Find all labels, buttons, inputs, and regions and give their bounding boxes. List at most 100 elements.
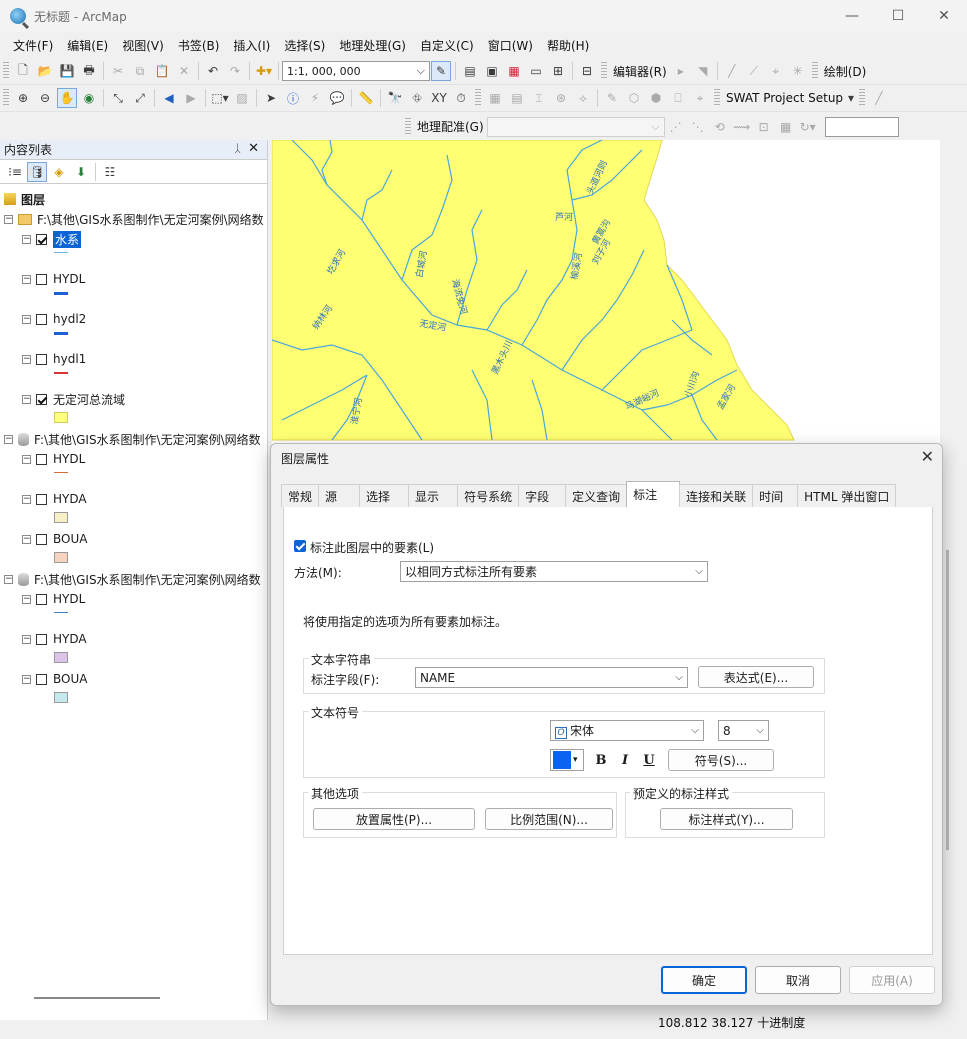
toc-horizontal-scrollbar[interactable] bbox=[34, 997, 160, 999]
label-features-checkbox[interactable] bbox=[294, 540, 306, 552]
collapse-icon[interactable]: − bbox=[22, 494, 31, 504]
layer-visibility-checkbox[interactable] bbox=[36, 233, 47, 245]
layer-row[interactable]: − 水系 bbox=[22, 230, 82, 248]
menu-geoprocessing[interactable]: 地理处理(G) bbox=[332, 37, 413, 54]
layer-name[interactable]: HYDA bbox=[53, 632, 87, 646]
layer-name[interactable]: 水系 bbox=[53, 230, 82, 248]
add-data-icon[interactable]: ✚▾ bbox=[254, 61, 274, 81]
layer-visibility-checkbox[interactable] bbox=[36, 593, 47, 605]
symbol-button[interactable]: 符号(S)... bbox=[668, 749, 774, 771]
layer-name[interactable]: BOUA bbox=[53, 532, 87, 546]
tab-selection[interactable]: 选择 bbox=[359, 484, 410, 507]
identify-icon[interactable]: ⓘ bbox=[283, 88, 303, 108]
label-field-select[interactable]: NAME ⌵ bbox=[415, 667, 688, 688]
tab-fields[interactable]: 字段 bbox=[518, 484, 567, 507]
layer-visibility-checkbox[interactable] bbox=[36, 633, 47, 645]
open-icon[interactable]: 📂 bbox=[35, 61, 55, 81]
collapse-icon[interactable]: − bbox=[4, 214, 13, 224]
draw-menu[interactable]: 绘制(D) bbox=[821, 63, 870, 80]
print-icon[interactable]: 🖶 bbox=[79, 61, 99, 81]
zoom-in-icon[interactable]: ⊕ bbox=[13, 88, 33, 108]
layer-name[interactable]: HYDL bbox=[53, 452, 85, 466]
swat-setup-menu[interactable]: SWAT Project Setup bbox=[723, 91, 846, 105]
layer-visibility-checkbox[interactable] bbox=[36, 453, 47, 465]
fixed-zoom-out-icon[interactable]: ⤢ bbox=[130, 88, 150, 108]
collapse-icon[interactable]: − bbox=[22, 674, 31, 684]
cut-icon[interactable]: ✂ bbox=[108, 61, 128, 81]
layer-name[interactable]: 无定河总流域 bbox=[53, 391, 125, 408]
full-extent-icon[interactable]: ◉ bbox=[79, 88, 99, 108]
paste-icon[interactable]: 📋 bbox=[152, 61, 172, 81]
tab-time[interactable]: 时间 bbox=[752, 484, 799, 507]
layer-name[interactable]: HYDL bbox=[53, 272, 85, 286]
menu-view[interactable]: 视图(V) bbox=[115, 37, 171, 54]
layer-visibility-checkbox[interactable] bbox=[36, 313, 47, 325]
italic-button[interactable]: I bbox=[614, 749, 636, 771]
tab-joins-relates[interactable]: 连接和关联 bbox=[679, 484, 754, 507]
menu-selection[interactable]: 选择(S) bbox=[277, 37, 332, 54]
layer-row[interactable]: − hydl2 bbox=[22, 310, 86, 328]
scale-combo[interactable]: 1:1, 000, 000 ⌵ bbox=[282, 61, 430, 81]
apply-button[interactable]: 应用(A) bbox=[849, 966, 935, 994]
layer-row[interactable]: − BOUA bbox=[22, 670, 87, 688]
group-row[interactable]: − F:\其他\GIS水系图制作\无定河案例\网络数 bbox=[4, 210, 264, 228]
editor-toolbar-icon[interactable]: ✎ bbox=[431, 61, 451, 81]
search-window-icon[interactable]: ▣ bbox=[482, 61, 502, 81]
tab-labels[interactable]: 标注 bbox=[626, 481, 681, 507]
select-elements-icon[interactable]: ➤ bbox=[261, 88, 281, 108]
collapse-icon[interactable]: − bbox=[22, 454, 31, 464]
goto-xy-icon[interactable]: XY bbox=[429, 88, 449, 108]
list-by-visibility-icon[interactable]: ◈ bbox=[49, 162, 69, 182]
menu-windows[interactable]: 窗口(W) bbox=[481, 37, 540, 54]
go-forward-icon[interactable]: ▶ bbox=[181, 88, 201, 108]
map-vertical-scrollbar[interactable] bbox=[942, 140, 967, 1020]
georef-layer-combo[interactable]: ⌵ bbox=[486, 116, 665, 137]
collapse-icon[interactable]: − bbox=[22, 354, 31, 364]
html-popup-icon[interactable]: 💬 bbox=[327, 88, 347, 108]
pin-icon[interactable]: ᛸ bbox=[234, 142, 241, 155]
collapse-icon[interactable]: − bbox=[22, 314, 31, 324]
layer-row[interactable]: − 无定河总流域 bbox=[22, 390, 125, 408]
layer-visibility-checkbox[interactable] bbox=[36, 393, 47, 405]
tab-html-popup[interactable]: HTML 弹出窗口 bbox=[797, 484, 897, 507]
root-layers[interactable]: 图层 bbox=[4, 190, 45, 208]
collapse-icon[interactable]: − bbox=[22, 234, 31, 244]
maximize-button[interactable]: ☐ bbox=[875, 0, 921, 32]
hyperlink-icon[interactable]: ⚡ bbox=[305, 88, 325, 108]
zoom-out-icon[interactable]: ⊖ bbox=[35, 88, 55, 108]
collapse-icon[interactable]: − bbox=[4, 434, 13, 444]
placement-properties-button[interactable]: 放置属性(P)... bbox=[313, 808, 475, 830]
layer-name[interactable]: BOUA bbox=[53, 672, 87, 686]
layer-visibility-checkbox[interactable] bbox=[36, 273, 47, 285]
undo-icon[interactable]: ↶ bbox=[203, 61, 223, 81]
menu-customize[interactable]: 自定义(C) bbox=[413, 37, 481, 54]
new-document-icon[interactable]: 🗋 bbox=[13, 61, 33, 81]
menu-edit[interactable]: 编辑(E) bbox=[60, 37, 115, 54]
layer-row[interactable]: − BOUA bbox=[22, 530, 87, 548]
close-window-button[interactable]: ✕ bbox=[921, 0, 967, 32]
layer-visibility-checkbox[interactable] bbox=[36, 533, 47, 545]
method-select[interactable]: 以相同方式标注所有要素 ⌵ bbox=[400, 561, 708, 582]
scroll-thumb[interactable] bbox=[946, 550, 949, 850]
editor-menu[interactable]: 编辑器(R) bbox=[610, 63, 670, 80]
clear-selection-icon[interactable]: ▨ bbox=[232, 88, 252, 108]
layer-row[interactable]: − HYDL bbox=[22, 270, 85, 288]
scale-range-button[interactable]: 比例范围(N)... bbox=[485, 808, 613, 830]
layer-name[interactable]: hydl2 bbox=[53, 312, 86, 326]
go-back-icon[interactable]: ◀ bbox=[159, 88, 179, 108]
list-by-drawing-order-icon[interactable]: ⁝≡ bbox=[5, 162, 25, 182]
layer-visibility-checkbox[interactable] bbox=[36, 493, 47, 505]
collapse-icon[interactable]: − bbox=[22, 634, 31, 644]
label-styles-button[interactable]: 标注样式(Y)... bbox=[660, 808, 793, 830]
minimize-button[interactable]: — bbox=[829, 0, 875, 32]
tab-general[interactable]: 常规 bbox=[281, 484, 320, 507]
copy-icon[interactable]: ⧉ bbox=[130, 61, 150, 81]
layer-row[interactable]: − HYDA bbox=[22, 490, 87, 508]
layer-visibility-checkbox[interactable] bbox=[36, 673, 47, 685]
redo-icon[interactable]: ↷ bbox=[225, 61, 245, 81]
layer-row[interactable]: − HYDL bbox=[22, 450, 85, 468]
group-row[interactable]: − F:\其他\GIS水系图制作\无定河案例\网络数 bbox=[4, 430, 261, 448]
layer-name[interactable]: HYDL bbox=[53, 592, 85, 606]
tab-definition-query[interactable]: 定义查询 bbox=[565, 484, 628, 507]
tab-symbology[interactable]: 符号系统 bbox=[457, 484, 520, 507]
